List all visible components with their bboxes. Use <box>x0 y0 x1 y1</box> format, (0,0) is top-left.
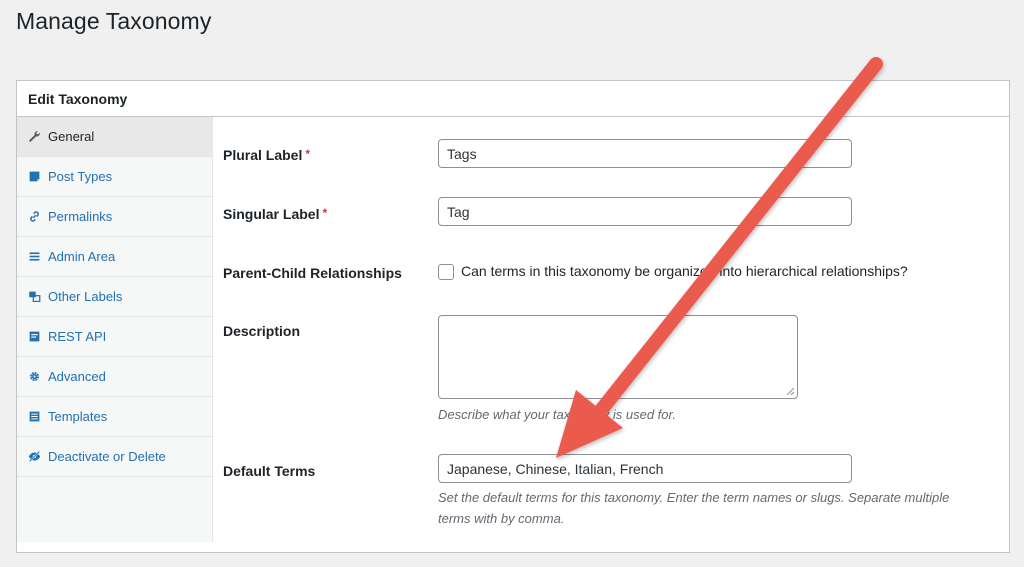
description-textarea[interactable] <box>438 315 798 399</box>
sidebar-item-admin-area[interactable]: Admin Area <box>17 237 212 277</box>
sidebar-item-rest-api[interactable]: REST API <box>17 317 212 357</box>
sidebar-item-label: Templates <box>48 409 108 424</box>
sidebar-item-templates[interactable]: Templates <box>17 397 212 437</box>
form-content: Plural Label* Singular Label* Parent-Chi… <box>213 117 1009 552</box>
post-icon <box>28 170 41 183</box>
sidebar-item-other-labels[interactable]: Other Labels <box>17 277 212 317</box>
sidebar-item-label: Deactivate or Delete <box>48 449 166 464</box>
wrench-icon <box>28 130 41 143</box>
required-marker: * <box>322 206 328 220</box>
link-icon <box>28 210 41 223</box>
sidebar-item-permalinks[interactable]: Permalinks <box>17 197 212 237</box>
default-terms-input[interactable] <box>438 454 852 483</box>
settings-sidebar: General Post Types Permalinks Admin Area… <box>17 117 213 542</box>
menu-icon <box>28 250 41 263</box>
parent-child-label: Parent-Child Relationships <box>223 265 402 281</box>
sidebar-item-deactivate-or-delete[interactable]: Deactivate or Delete <box>17 437 212 477</box>
sidebar-item-post-types[interactable]: Post Types <box>17 157 212 197</box>
sidebar-item-label: Post Types <box>48 169 113 184</box>
sidebar-item-label: REST API <box>48 329 107 344</box>
resize-grip-icon[interactable] <box>786 387 794 395</box>
sidebar-item-label: Advanced <box>48 369 106 384</box>
labels-icon <box>28 290 41 303</box>
sidebar-item-label: Permalinks <box>48 209 113 224</box>
hierarchical-checkbox[interactable] <box>438 264 454 280</box>
plural-label-label: Plural Label * <box>223 147 310 163</box>
panel-title: Edit Taxonomy <box>17 81 1009 117</box>
sidebar-item-label: General <box>48 129 95 144</box>
sidebar-item-general[interactable]: General <box>17 117 212 157</box>
singular-label-text: Singular Label <box>223 206 320 222</box>
api-icon <box>28 330 41 343</box>
hidden-icon <box>28 450 41 463</box>
page-title: Manage Taxonomy <box>16 8 212 34</box>
sidebar-item-label: Admin Area <box>48 249 116 264</box>
sidebar-item-advanced[interactable]: Advanced <box>17 357 212 397</box>
default-terms-help: Set the default terms for this taxonomy.… <box>438 490 950 526</box>
sidebar-item-label: Other Labels <box>48 289 123 304</box>
edit-taxonomy-panel: Edit Taxonomy General Post Types Permali… <box>16 80 1010 553</box>
plural-label-text: Plural Label <box>223 147 303 163</box>
required-marker: * <box>305 147 311 161</box>
description-help: Describe what your taxonomy is used for. <box>438 407 676 422</box>
plural-label-input[interactable] <box>438 139 852 168</box>
gear-icon <box>28 370 41 383</box>
hierarchical-checkbox-text[interactable]: Can terms in this taxonomy be organized … <box>461 263 908 279</box>
singular-label-label: Singular Label * <box>223 206 327 222</box>
default-terms-label: Default Terms <box>223 463 316 479</box>
list-icon <box>28 410 41 423</box>
singular-label-input[interactable] <box>438 197 852 226</box>
description-label: Description <box>223 323 301 339</box>
